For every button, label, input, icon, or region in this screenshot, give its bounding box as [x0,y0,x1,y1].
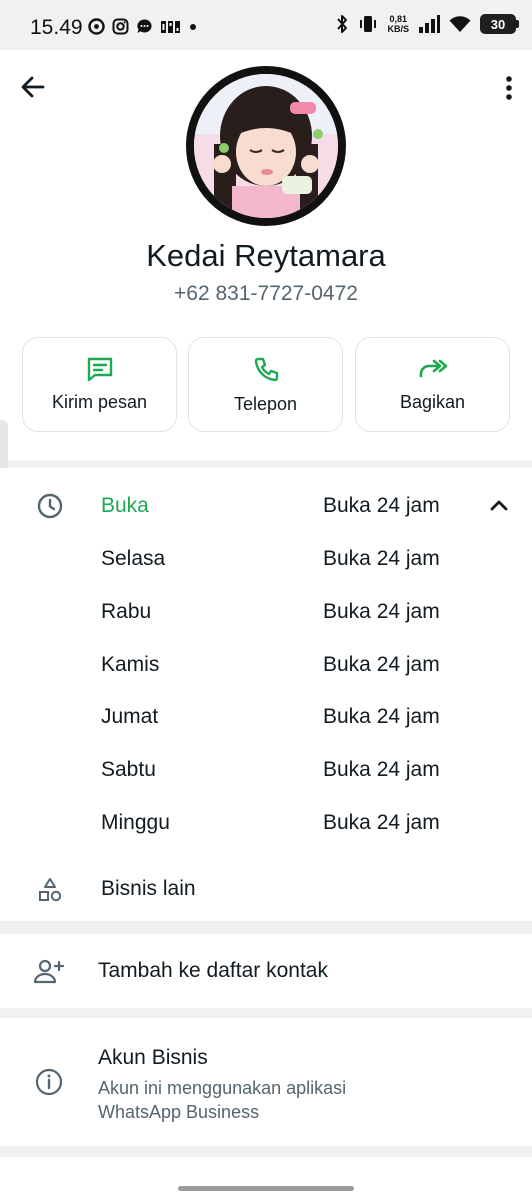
hours-day: Rabu [101,600,152,623]
battery-level: 30 [490,16,506,32]
hours-time: Buka 24 jam [323,547,440,570]
contact-name: Kedai Reytamara [146,238,386,273]
more-vert-icon [506,76,512,100]
add-contact-label: Tambah ke daftar kontak [98,959,328,982]
hours-status-time: Buka 24 jam [323,494,440,517]
battery-icon: 30 [480,14,519,34]
signal-icon [419,15,440,33]
system-icons: 0,81 KB/S 30 [335,14,519,34]
more-options-button[interactable] [504,74,514,102]
vibrate-icon [360,16,377,32]
add-contact-row[interactable]: Tambah ke daftar kontak [0,934,532,1008]
hours-time: Buka 24 jam [323,811,440,834]
back-button[interactable] [18,72,48,102]
profile-photo-image [194,74,338,218]
dot-icon [190,23,196,30]
hours-time: Buka 24 jam [323,600,440,623]
call-label: Telepon [233,394,298,414]
home-indicator[interactable] [178,1186,354,1191]
status-bar: 15.49 0,81 KB/S 30 [0,0,532,52]
hours-row-selasa: Selasa Buka 24 jam [0,539,532,579]
network-speed: 0,81 KB/S [387,14,409,34]
hours-day: Selasa [101,547,166,570]
business-account-subtitle: Akun ini menggunakan aplikasi WhatsApp B… [98,1078,347,1122]
hours-time: Buka 24 jam [323,758,440,781]
phone-icon [254,357,278,382]
chevron-up-icon [490,500,508,511]
smartband-icon [161,20,180,33]
next-section-card [0,1157,532,1200]
hours-time: Buka 24 jam [323,653,440,676]
profile-photo[interactable] [186,66,346,226]
instagram-icon [112,18,129,35]
hours-row-sabtu: Sabtu Buka 24 jam [0,750,532,790]
location-icon [88,18,105,35]
share-label: Bagikan [399,392,466,412]
arrow-left-icon [21,76,45,98]
hours-status: Buka [101,494,149,517]
hours-row-jumat: Jumat Buka 24 jam [0,697,532,737]
business-account-card[interactable]: Akun Bisnis Akun ini menggunakan aplikas… [0,1018,532,1146]
status-time: 15.49 [30,16,83,39]
clock-icon [37,493,63,519]
hours-toggle[interactable]: Buka Buka 24 jam [0,486,532,526]
business-hours-card [0,468,532,921]
shapes-icon [39,878,62,902]
share-button[interactable]: Bagikan [355,337,510,432]
hours-day: Sabtu [101,758,156,781]
hours-row-kamis: Kamis Buka 24 jam [0,645,532,685]
hours-day: Jumat [101,705,159,728]
network-speed-value: 0,81 [389,14,407,24]
hours-time: Buka 24 jam [323,705,440,728]
hours-day: Kamis [101,653,160,676]
hours-row-rabu: Rabu Buka 24 jam [0,592,532,632]
hours-row-minggu: Minggu Buka 24 jam [0,803,532,843]
other-business-row[interactable]: Bisnis lain [0,865,532,915]
message-icon [87,357,112,382]
wifi-icon [449,16,471,32]
network-speed-unit: KB/S [387,24,409,34]
send-message-label: Kirim pesan [51,392,148,412]
info-icon [35,1068,63,1096]
business-account-title: Akun Bisnis [98,1046,208,1069]
hours-day: Minggu [101,811,170,834]
call-button[interactable]: Telepon [188,337,343,432]
bluetooth-icon [337,15,348,33]
chat-bubble-icon [137,19,152,33]
add-person-icon [33,959,65,984]
other-business-label: Bisnis lain [101,877,196,900]
notification-icons [88,18,197,35]
send-message-button[interactable]: Kirim pesan [22,337,177,432]
share-icon [419,359,447,378]
contact-phone[interactable]: +62 831-7727-0472 [0,282,532,306]
